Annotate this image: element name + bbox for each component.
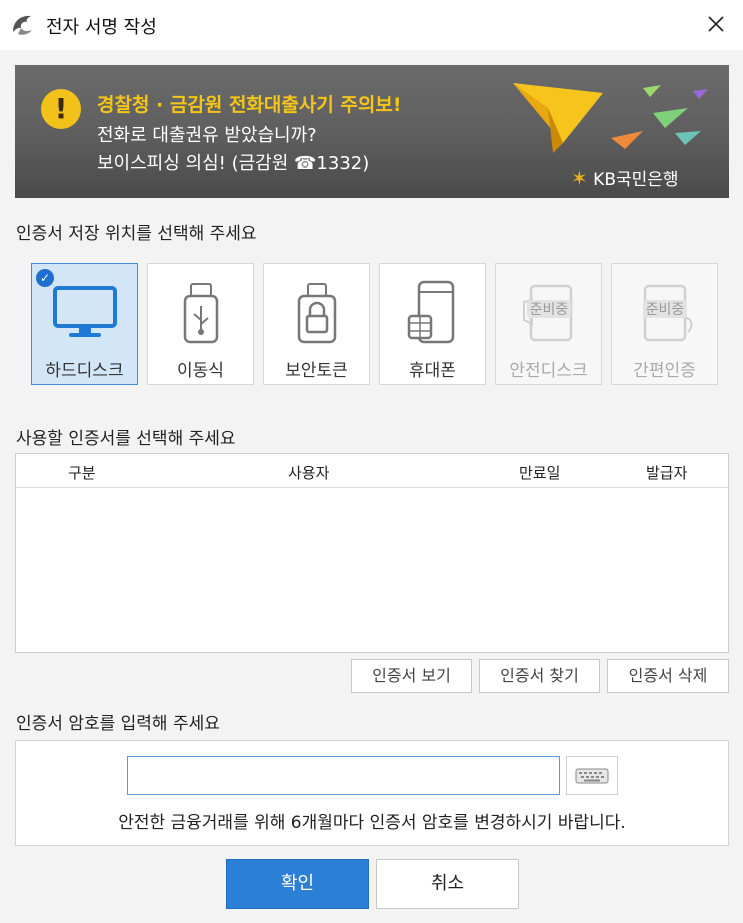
simple-auth-icon: 준비중 — [642, 284, 693, 342]
password-change-notice: 안전한 금융거래를 위해 6개월마다 인증서 암호를 변경하시기 바랍니다. — [118, 813, 626, 833]
column-header-issuer[interactable]: 발급자 — [646, 462, 687, 483]
banner-text-1: 전화로 대출권유 받았습니까? — [97, 125, 317, 146]
certificate-table[interactable]: 구분 사용자 만료일 발급자 — [15, 453, 729, 653]
cancel-button[interactable]: 취소 — [376, 859, 519, 909]
password-panel: 안전한 금융거래를 위해 6개월마다 인증서 암호를 변경하시기 바랍니다. — [15, 740, 729, 846]
storage-option-label: 하드디스크 — [45, 361, 124, 381]
paper-plane-icon — [513, 83, 708, 153]
warning-icon: ! — [41, 89, 81, 129]
column-header-user[interactable]: 사용자 — [288, 462, 329, 483]
storage-option-label: 안전디스크 — [509, 361, 588, 381]
svg-text:준비중: 준비중 — [645, 302, 684, 318]
view-certificate-button[interactable]: 인증서 보기 — [351, 659, 472, 693]
storage-option-token[interactable]: 보안토큰 — [263, 263, 370, 385]
delete-certificate-button[interactable]: 인증서 삭제 — [607, 659, 729, 693]
banner-text-2: 보이스피싱 의심! (금감원 ☎1332) — [97, 153, 370, 174]
title-bar: 전자 서명 작성 — [0, 0, 743, 50]
column-header-expiry[interactable]: 만료일 — [519, 462, 560, 483]
storage-option-harddisk[interactable]: ✓ 하드디스크 — [31, 263, 138, 385]
close-icon[interactable] — [700, 8, 732, 40]
monitor-icon — [52, 286, 117, 337]
table-header: 구분 사용자 만료일 발급자 — [16, 454, 728, 488]
storage-option-label: 휴대폰 — [409, 361, 456, 381]
svg-text:준비중: 준비중 — [529, 302, 568, 318]
storage-option-phone[interactable]: 휴대폰 — [379, 263, 486, 385]
virtual-keyboard-button[interactable] — [566, 756, 618, 795]
password-section-label: 인증서 암호를 입력해 주세요 — [16, 714, 220, 734]
storage-section-label: 인증서 저장 위치를 선택해 주세요 — [16, 224, 257, 244]
app-logo-icon — [13, 15, 32, 35]
storage-option-safe-disk: 준비중 안전디스크 — [495, 263, 602, 385]
column-header-type[interactable]: 구분 — [68, 462, 96, 483]
storage-option-label: 이동식 — [177, 361, 224, 381]
password-input[interactable] — [127, 756, 560, 795]
security-token-icon — [297, 283, 336, 344]
storage-option-label: 간편인증 — [633, 361, 696, 381]
usb-drive-icon — [183, 283, 218, 344]
banner-headline: 경찰청 · 금감원 전화대출사기 주의보! — [97, 94, 402, 116]
find-certificate-button[interactable]: 인증서 찾기 — [479, 659, 600, 693]
kb-bank-logo: ✶ KB국민은행 — [571, 166, 679, 190]
window-title: 전자 서명 작성 — [46, 17, 157, 38]
fraud-warning-banner[interactable]: ! 경찰청 · 금감원 전화대출사기 주의보! 전화로 대출권유 받았습니까? … — [15, 65, 729, 198]
confirm-button[interactable]: 확인 — [226, 859, 369, 909]
storage-option-label: 보안토큰 — [285, 361, 348, 381]
keyboard-icon — [575, 768, 609, 783]
safe-disk-icon: 준비중 — [522, 284, 572, 342]
certificate-section-label: 사용할 인증서를 선택해 주세요 — [16, 429, 236, 449]
storage-option-removable[interactable]: 이동식 — [147, 263, 254, 385]
storage-option-simple-auth: 준비중 간편인증 — [611, 263, 718, 385]
smartphone-icon — [407, 280, 454, 344]
